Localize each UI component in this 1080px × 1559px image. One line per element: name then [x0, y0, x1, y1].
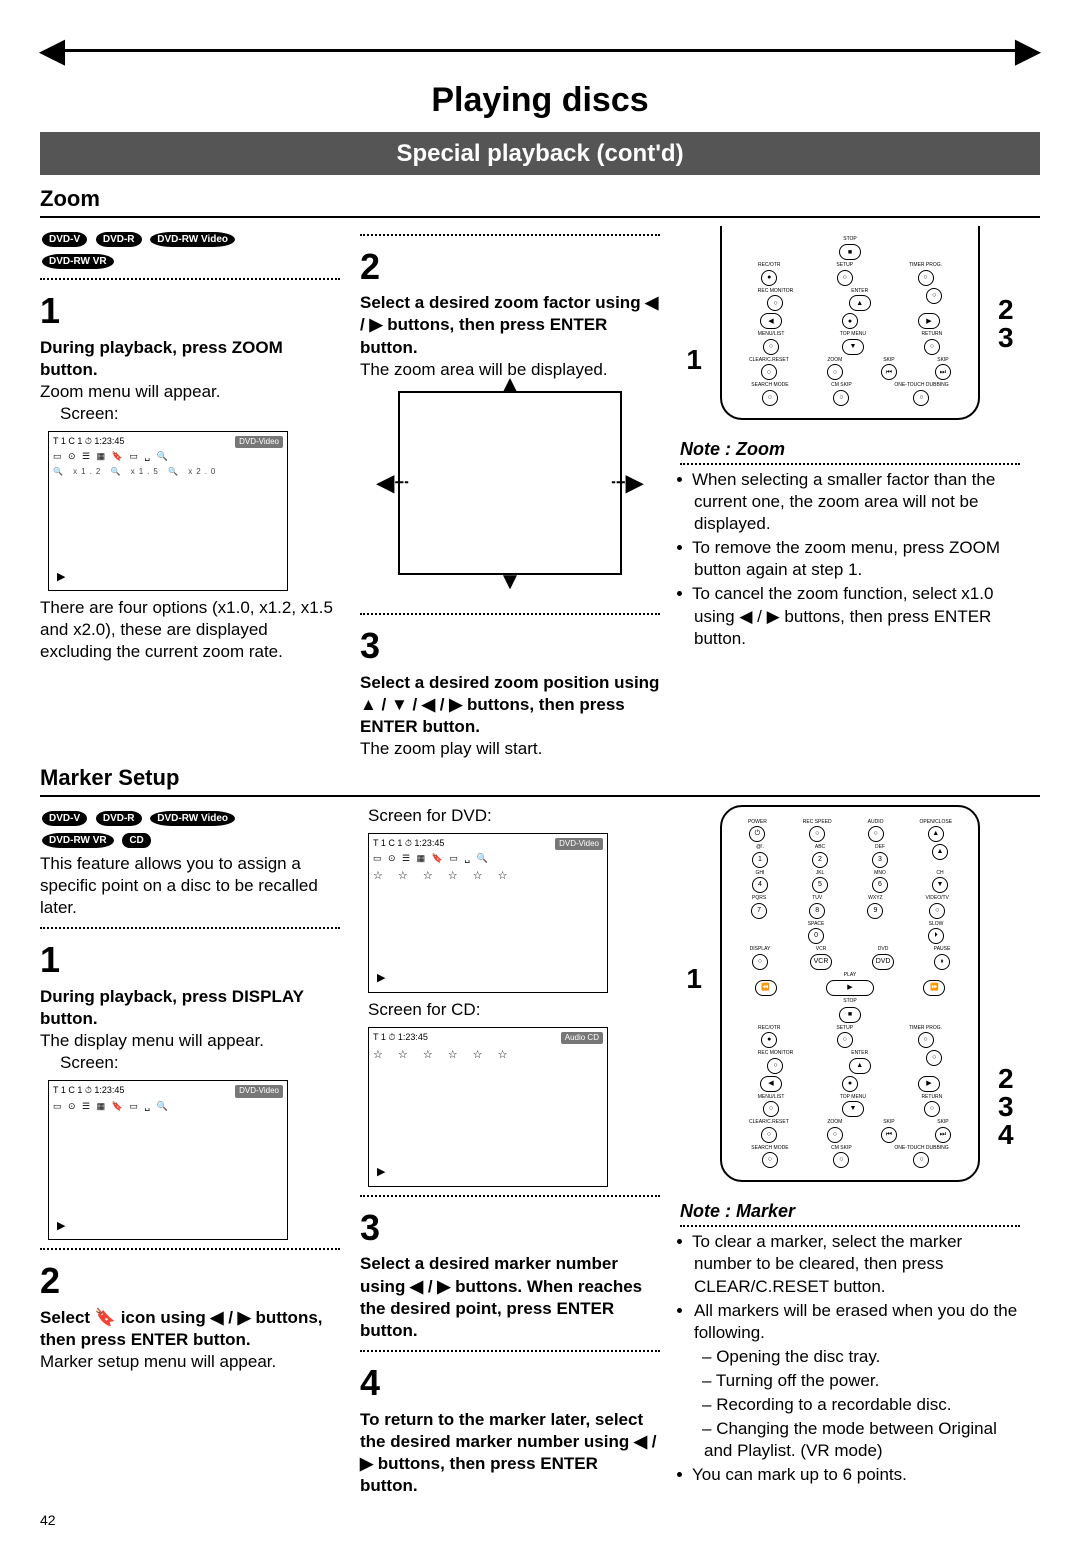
- marker-step4-num: 4: [360, 1360, 660, 1407]
- zoom-disc-badges: DVD-V DVD-R DVD-RW Video DVD-RW VR: [40, 226, 340, 270]
- marker-disc-badges: DVD-V DVD-R DVD-RW Video DVD-RW VR CD: [40, 805, 340, 849]
- marker-step3-num: 3: [360, 1205, 660, 1252]
- note-zoom-title: Note : Zoom: [680, 438, 1020, 465]
- zoom-step1-instr: During playback, press ZOOM button.: [40, 337, 340, 381]
- zoom-step1-num: 1: [40, 288, 340, 335]
- page-top-rule: ◀▶: [40, 30, 1040, 72]
- callout-1: 1: [680, 346, 702, 374]
- zoom-step2-instr: Select a desired zoom factor using ◀ / ▶…: [360, 292, 660, 358]
- zoom-col1: DVD-V DVD-R DVD-RW Video DVD-RW VR 1 Dur…: [40, 226, 340, 760]
- marker-step3-instr: Select a desired marker number using ◀ /…: [360, 1253, 660, 1341]
- marker-step1-num: 1: [40, 937, 340, 984]
- marker-dvd-screen: T 1 C 1 ⏱ 1:23:45 DVD-Video ▭ ⊙ ☰ ▦ 🔖 ▭ …: [368, 833, 608, 993]
- callout-3: 3: [998, 1093, 1020, 1121]
- zoom-col2: 2 Select a desired zoom factor using ◀ /…: [360, 226, 660, 760]
- zoom-col3: 1 STOP ■ REC/OTR● SETUP○ TIMER PROG.○ RE…: [680, 226, 1020, 760]
- zoom-step3-num: 3: [360, 623, 660, 670]
- marker-step2-desc: Marker setup menu will appear.: [40, 1351, 340, 1373]
- marker-cd-screen: T 1 ⏱ 1:23:45 Audio CD ☆ ☆ ☆ ☆ ☆ ☆ ▶: [368, 1027, 608, 1187]
- marker-heading: Marker Setup: [40, 764, 1040, 797]
- zoom-step3-desc: The zoom play will start.: [360, 738, 660, 760]
- screen-cd-label: Screen for CD:: [368, 999, 660, 1021]
- badge: DVD-RW VR: [42, 254, 114, 269]
- zoom-step1-screen: T 1 C 1 ⏱ 1:23:45 DVD-Video ▭ ⊙ ☰ ▦ 🔖 ▭ …: [48, 431, 288, 591]
- page-subtitle: Special playback (cont'd): [40, 132, 1040, 175]
- screen-dvd-label: Screen for DVD:: [368, 805, 660, 827]
- marker-col1: DVD-V DVD-R DVD-RW Video DVD-RW VR CD Th…: [40, 805, 340, 1498]
- marker-step1-instr: During playback, press DISPLAY button.: [40, 986, 340, 1030]
- marker-remote: POWER⏻ REC SPEED○ AUDIO○ OPEN/CLOSE▲ @!.…: [720, 805, 980, 1183]
- callout-4: 4: [998, 1121, 1020, 1149]
- page-title: Playing discs: [40, 78, 1040, 122]
- marker-step1-desc: The display menu will appear.: [40, 1030, 340, 1052]
- zoom-heading: Zoom: [40, 185, 1040, 218]
- marker-step2-instr: Select 🔖 icon using ◀ / ▶ buttons, then …: [40, 1307, 340, 1351]
- marker-intro: This feature allows you to assign a spec…: [40, 853, 340, 919]
- callout-2: 2: [998, 1065, 1020, 1093]
- badge: DVD-RW Video: [150, 232, 235, 247]
- marker-step2-num: 2: [40, 1258, 340, 1305]
- callout-3: 3: [998, 324, 1020, 352]
- zoom-step1-after: There are four options (x1.0, x1.2, x1.5…: [40, 597, 340, 663]
- marker-step4-instr: To return to the marker later, select th…: [360, 1409, 660, 1497]
- note-zoom-list: When selecting a smaller factor than the…: [680, 469, 1020, 650]
- note-marker-title: Note : Marker: [680, 1200, 1020, 1227]
- zoom-step2-num: 2: [360, 244, 660, 291]
- marker-col3: 1 POWER⏻ REC SPEED○ AUDIO○ OPEN/CLOSE▲ @…: [680, 805, 1020, 1498]
- zoom-step3-instr: Select a desired zoom position using ▲ /…: [360, 672, 660, 738]
- callout-2: 2: [998, 296, 1020, 324]
- badge: DVD-R: [96, 232, 142, 247]
- zoom-area-diagram: ▲ ▼ ◀┄ ┄▶: [398, 391, 622, 575]
- page-number: 42: [40, 1511, 1040, 1529]
- marker-step1-screen: T 1 C 1 ⏱ 1:23:45 DVD-Video ▭ ⊙ ☰ ▦ 🔖 ▭ …: [48, 1080, 288, 1240]
- zoom-remote: STOP ■ REC/OTR● SETUP○ TIMER PROG.○ REC …: [720, 226, 980, 420]
- badge: DVD-V: [42, 232, 87, 247]
- marker-col2: Screen for DVD: T 1 C 1 ⏱ 1:23:45 DVD-Vi…: [360, 805, 660, 1498]
- screen-label: Screen:: [60, 1052, 340, 1074]
- note-marker-list: To clear a marker, select the marker num…: [680, 1231, 1020, 1486]
- callout-1: 1: [680, 965, 702, 993]
- screen-label: Screen:: [60, 403, 340, 425]
- zoom-step1-desc: Zoom menu will appear.: [40, 381, 340, 403]
